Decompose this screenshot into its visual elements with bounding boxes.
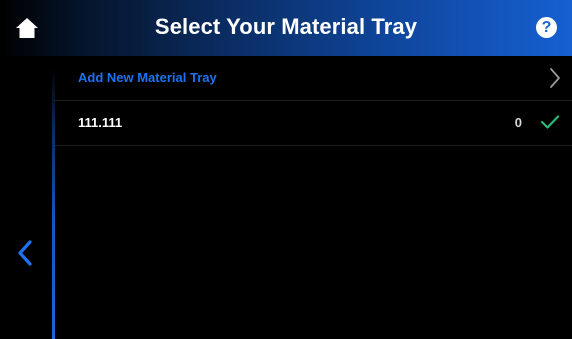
tray-name: 111.111 — [78, 115, 123, 130]
screen: Select Your Material Tray ? Add New Mate… — [0, 0, 572, 339]
chevron-left-icon — [18, 240, 32, 266]
header-bar: Select Your Material Tray ? — [0, 0, 572, 56]
chevron-right-icon — [550, 68, 560, 88]
add-new-tray-row[interactable]: Add New Material Tray — [55, 56, 572, 101]
add-new-tray-label: Add New Material Tray — [78, 70, 217, 85]
tray-count: 0 — [514, 115, 522, 130]
help-button[interactable]: ? — [536, 17, 557, 38]
sidebar — [0, 56, 52, 339]
checkmark-icon — [540, 115, 560, 129]
back-button[interactable] — [12, 238, 38, 268]
help-icon: ? — [541, 19, 552, 36]
tray-list: Add New Material Tray 111.111 0 — [55, 56, 572, 146]
tray-row[interactable]: 111.111 0 — [55, 101, 572, 146]
page-title: Select Your Material Tray — [154, 14, 418, 39]
